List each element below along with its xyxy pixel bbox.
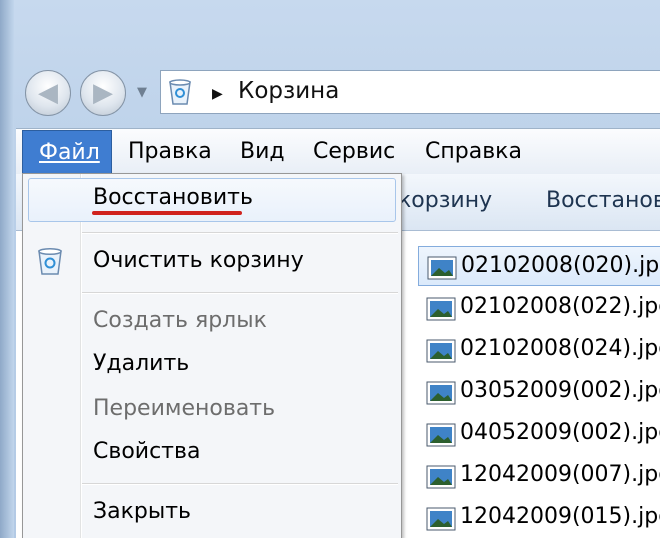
menu-view[interactable]: Вид [232, 130, 293, 174]
breadcrumb-location[interactable]: Корзина [238, 78, 339, 104]
menu-tools-label: Сервис [313, 139, 396, 164]
chevron-down-icon: ▼ [137, 85, 147, 100]
file-item[interactable]: 03052009(002).jpg [418, 372, 660, 412]
file-name: 03052009(002).jpg [460, 378, 660, 403]
image-file-icon [426, 381, 456, 405]
image-file-icon [426, 423, 456, 447]
file-name: 12042009(007).jpg [460, 462, 660, 487]
forward-arrow-icon: ▶ [93, 78, 113, 108]
menu-item-create-shortcut[interactable]: Создать ярлык [93, 308, 267, 333]
back-arrow-icon: ◀ [38, 78, 58, 108]
file-name: 12042009(015).jpg [460, 504, 660, 529]
image-file-icon [426, 297, 456, 321]
menu-help[interactable]: Справка [417, 130, 530, 174]
recycle-bin-icon [169, 79, 191, 105]
menu-item-properties[interactable]: Свойства [93, 439, 200, 464]
breadcrumb-separator-icon[interactable]: ▶ [212, 86, 223, 102]
file-item[interactable]: 02102008(022).jpg [418, 288, 660, 328]
menu-separator [82, 292, 398, 294]
menu-tools[interactable]: Сервис [305, 130, 403, 174]
menu-item-empty-recycle-bin[interactable]: Очистить корзину [93, 248, 304, 273]
file-item[interactable]: 02102008(024).jpg [418, 330, 660, 370]
image-file-icon [426, 339, 456, 363]
image-file-icon [426, 465, 456, 489]
file-item[interactable]: 02102008(020).jpg [418, 246, 660, 286]
file-name: 04052009(002).jpg [460, 420, 660, 445]
image-file-icon [426, 507, 456, 531]
menu-edit[interactable]: Правка [120, 130, 220, 174]
menu-separator [82, 232, 398, 234]
menu-item-restore[interactable]: Восстановить [93, 185, 253, 210]
image-file-icon [427, 256, 457, 280]
menu-edit-label: Правка [128, 139, 212, 164]
restore-all-button[interactable]: Восстанов [546, 188, 660, 213]
annotation-underline [92, 211, 242, 215]
menu-view-label: Вид [240, 139, 285, 164]
menu-item-close[interactable]: Закрыть [93, 499, 191, 524]
back-button[interactable]: ◀ [25, 70, 71, 116]
recycle-bin-icon [38, 247, 62, 275]
file-item[interactable]: 04052009(002).jpg [418, 414, 660, 454]
file-item[interactable]: 12042009(007).jpg [418, 456, 660, 496]
menu-separator [82, 483, 398, 485]
menu-item-delete[interactable]: Удалить [93, 351, 189, 376]
file-item[interactable]: 12042009(015).jpg [418, 498, 660, 538]
menu-file-label: Файл [39, 140, 100, 165]
file-name: 02102008(024).jpg [460, 336, 660, 361]
empty-recycle-bin-button[interactable]: корзину [398, 188, 492, 213]
address-bar[interactable] [160, 70, 660, 114]
file-name: 02102008(020).jpg [461, 253, 660, 278]
forward-button[interactable]: ▶ [80, 70, 126, 116]
window-left-edge [0, 0, 14, 538]
menu-file[interactable]: Файл [22, 130, 112, 174]
file-name: 02102008(022).jpg [460, 294, 660, 319]
menu-help-label: Справка [425, 139, 522, 164]
menu-item-rename[interactable]: Переименовать [93, 396, 275, 421]
history-dropdown-button[interactable]: ▼ [137, 85, 151, 100]
